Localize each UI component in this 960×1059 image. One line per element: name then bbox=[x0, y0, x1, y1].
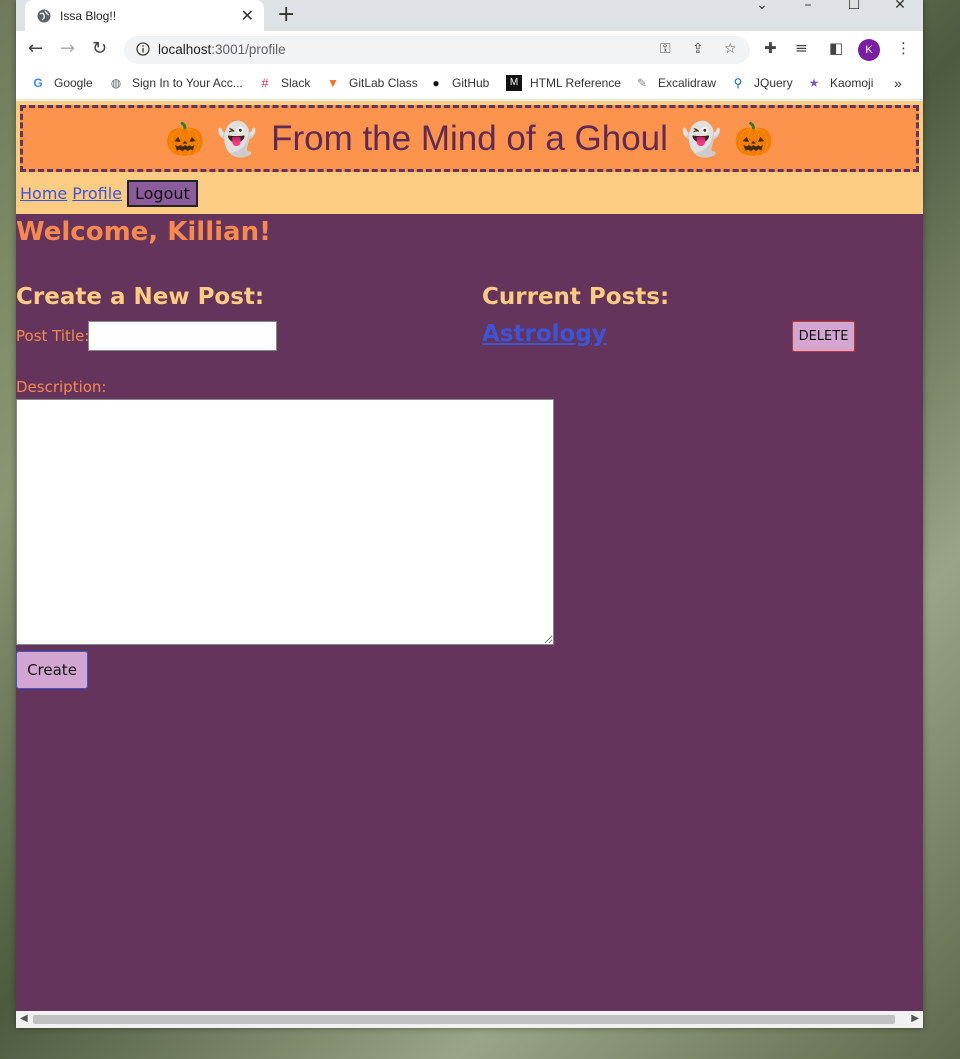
bookmark-github[interactable]: ● GitHub bbox=[428, 75, 489, 91]
bookmark-jquery[interactable]: ⚲ JQuery bbox=[730, 75, 793, 91]
description-label: Description: bbox=[16, 378, 107, 396]
tab-search-dropdown-icon[interactable]: ⌄ bbox=[739, 0, 785, 20]
github-icon: ● bbox=[432, 76, 440, 90]
profile-avatar[interactable]: K bbox=[858, 39, 880, 61]
scroll-left-icon[interactable]: ◀ bbox=[20, 1013, 28, 1024]
description-textarea[interactable] bbox=[16, 399, 554, 645]
media-queue-icon[interactable]: ≡ bbox=[795, 39, 808, 57]
browser-tab[interactable]: Issa Blog!! ✕ bbox=[25, 0, 264, 31]
create-post-heading: Create a New Post: bbox=[16, 284, 265, 310]
ghost-icon: 👻 bbox=[681, 119, 722, 158]
forward-button[interactable]: → bbox=[60, 39, 75, 59]
bookmark-label: Slack bbox=[281, 76, 311, 90]
gitlab-icon: ▼ bbox=[327, 76, 339, 90]
bookmark-label: Kaomoji bbox=[830, 76, 874, 90]
side-panel-icon[interactable]: ◧ bbox=[829, 39, 843, 57]
star-icon: ★ bbox=[808, 76, 820, 90]
bookmark-label: JQuery bbox=[754, 76, 793, 90]
current-posts-heading: Current Posts: bbox=[482, 284, 670, 310]
pumpkin-icon: 🎃 bbox=[733, 119, 774, 158]
window-controls: ⌄ – ☐ ✕ bbox=[739, 0, 923, 20]
bookmark-sign-in[interactable]: ◍ Sign In to Your Acc... bbox=[108, 75, 243, 91]
browser-toolbar: ← → ↻ localhost:3001/profile ⚿ ⇪ ☆ ✚ ≡ ◧… bbox=[16, 31, 923, 68]
site-nav: Home Profile Logout bbox=[20, 180, 198, 207]
bookmark-label: Sign In to Your Acc... bbox=[132, 76, 243, 90]
page-content: 🎃 👻 From the Mind of a Ghoul 👻 🎃 Home Pr… bbox=[16, 101, 923, 1011]
scrollbar-thumb[interactable] bbox=[33, 1015, 895, 1024]
slack-icon: # bbox=[261, 76, 269, 90]
bookmark-label: HTML Reference bbox=[530, 76, 621, 90]
post-link-astrology[interactable]: Astrology bbox=[482, 321, 607, 347]
globe-icon bbox=[37, 9, 51, 22]
url-text: localhost:3001/profile bbox=[158, 42, 286, 57]
new-tab-button[interactable]: + bbox=[277, 2, 295, 27]
address-bar[interactable]: localhost:3001/profile ⚿ ⇪ ☆ bbox=[124, 36, 750, 64]
share-icon[interactable]: ⇪ bbox=[692, 41, 704, 57]
bookmark-label: GitHub bbox=[452, 76, 490, 90]
post-title-input[interactable] bbox=[88, 321, 277, 351]
site-info-icon[interactable] bbox=[136, 42, 150, 56]
welcome-heading: Welcome, Killian! bbox=[16, 217, 271, 247]
bookmark-excalidraw[interactable]: ✎ Excalidraw bbox=[634, 75, 716, 91]
tab-title: Issa Blog!! bbox=[60, 8, 117, 23]
html-ref-icon: M bbox=[506, 75, 522, 91]
excalidraw-icon: ✎ bbox=[636, 76, 648, 90]
browser-titlebar: Issa Blog!! ✕ + ⌄ – ☐ ✕ bbox=[16, 0, 923, 31]
bookmark-label: Excalidraw bbox=[658, 76, 717, 90]
browser-window: Issa Blog!! ✕ + ⌄ – ☐ ✕ ← → ↻ localhost:… bbox=[16, 0, 923, 1028]
delete-post-button[interactable]: DELETE bbox=[792, 321, 855, 352]
globe-icon: ◍ bbox=[110, 76, 122, 90]
reload-button[interactable]: ↻ bbox=[92, 39, 107, 59]
menu-kebab-icon[interactable]: ⋮ bbox=[896, 39, 911, 57]
create-post-button[interactable]: Create bbox=[16, 651, 88, 689]
bookmark-label: Google bbox=[54, 76, 93, 90]
pumpkin-icon: 🎃 bbox=[165, 119, 206, 158]
ghost-icon: 👻 bbox=[217, 119, 258, 158]
key-icon[interactable]: ⚿ bbox=[660, 41, 671, 57]
bookmark-star-icon[interactable]: ☆ bbox=[724, 41, 737, 57]
home-link[interactable]: Home bbox=[20, 184, 67, 203]
close-window-button[interactable]: ✕ bbox=[877, 0, 923, 20]
bookmarks-overflow-button[interactable]: » bbox=[894, 75, 902, 91]
back-button[interactable]: ← bbox=[28, 39, 43, 59]
bookmark-gitlab[interactable]: ▼ GitLab Class bbox=[325, 75, 418, 91]
site-banner: 🎃 👻 From the Mind of a Ghoul 👻 🎃 bbox=[20, 105, 919, 172]
bookmark-html-reference[interactable]: M HTML Reference bbox=[506, 75, 621, 91]
google-icon: G bbox=[33, 76, 43, 90]
url-path: :3001/profile bbox=[211, 42, 286, 57]
bookmarks-bar: G Google ◍ Sign In to Your Acc... # Slac… bbox=[16, 68, 923, 100]
search-icon: ⚲ bbox=[733, 76, 743, 90]
url-host: localhost bbox=[158, 42, 212, 57]
horizontal-scrollbar[interactable]: ◀ ▶ bbox=[16, 1011, 923, 1028]
bookmark-label: GitLab Class bbox=[349, 76, 418, 90]
bookmark-slack[interactable]: # Slack bbox=[257, 75, 311, 91]
profile-link[interactable]: Profile bbox=[72, 184, 122, 203]
bookmark-google[interactable]: G Google bbox=[30, 75, 93, 91]
logout-button[interactable]: Logout bbox=[127, 180, 198, 207]
close-tab-icon[interactable]: ✕ bbox=[241, 6, 254, 25]
maximize-button[interactable]: ☐ bbox=[831, 0, 877, 20]
minimize-button[interactable]: – bbox=[785, 0, 831, 20]
site-header: 🎃 👻 From the Mind of a Ghoul 👻 🎃 Home Pr… bbox=[16, 101, 923, 214]
extensions-icon[interactable]: ✚ bbox=[764, 39, 777, 57]
scroll-right-icon[interactable]: ▶ bbox=[911, 1013, 919, 1024]
bookmark-kaomoji[interactable]: ★ Kaomoji bbox=[806, 75, 874, 91]
post-title-label: Post Title: bbox=[16, 327, 90, 345]
site-title: From the Mind of a Ghoul bbox=[271, 118, 668, 158]
